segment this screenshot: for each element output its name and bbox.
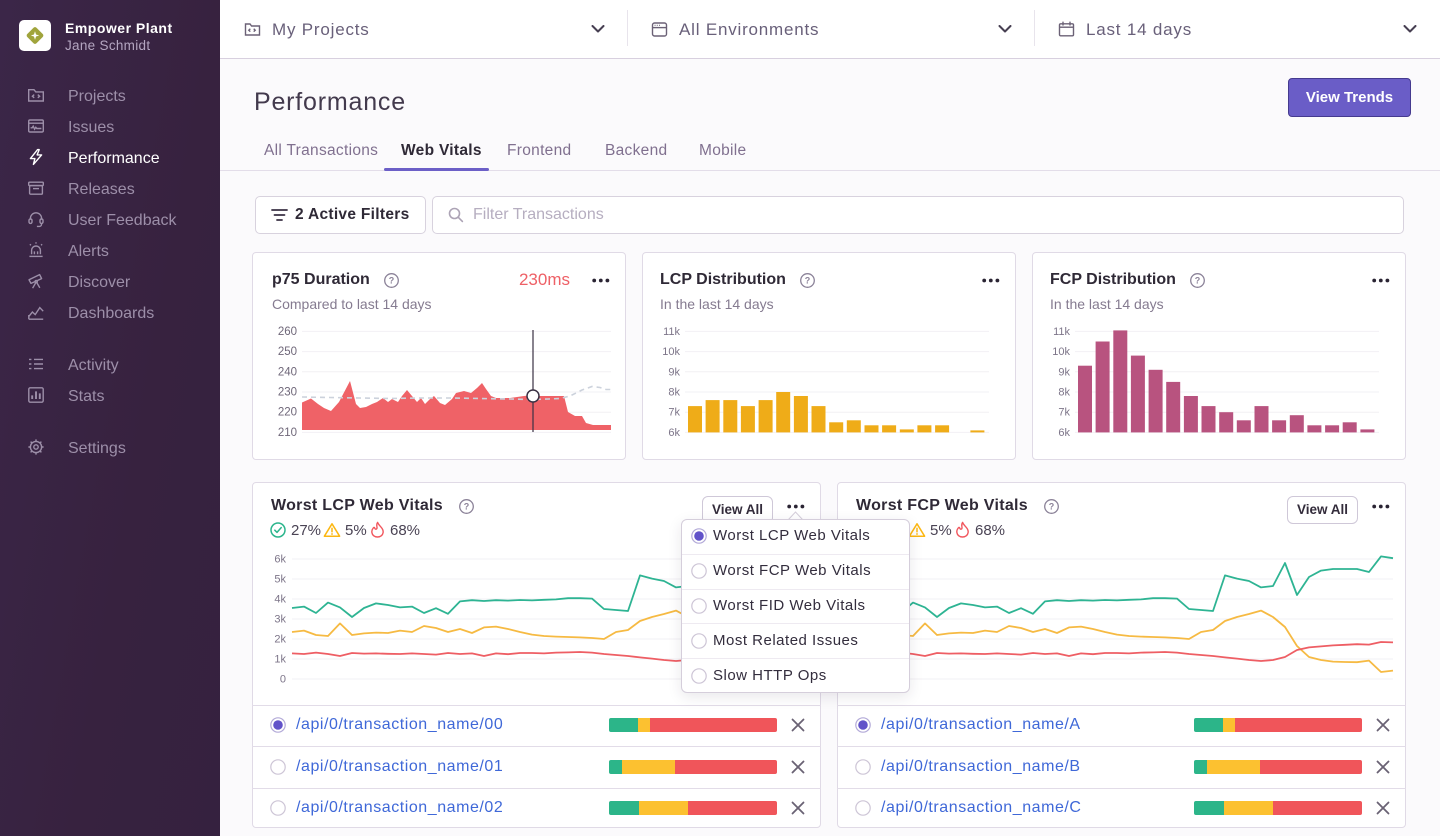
svg-text:4k: 4k	[274, 594, 286, 606]
svg-text:210: 210	[278, 427, 297, 439]
svg-text:9k: 9k	[1058, 366, 1070, 378]
svg-text:240: 240	[278, 366, 297, 378]
svg-text:1k: 1k	[274, 654, 286, 666]
svg-text:230: 230	[278, 387, 297, 399]
svg-text:7k: 7k	[668, 407, 680, 419]
svg-text:11k: 11k	[663, 326, 680, 338]
svg-text:250: 250	[278, 346, 297, 358]
svg-text:2k: 2k	[274, 634, 286, 646]
svg-text:6k: 6k	[274, 554, 286, 566]
svg-text:220: 220	[278, 407, 297, 419]
svg-text:7k: 7k	[1058, 407, 1070, 419]
svg-text:10k: 10k	[1052, 346, 1070, 358]
svg-text:6k: 6k	[1058, 427, 1070, 439]
svg-text:11k: 11k	[1053, 326, 1070, 338]
svg-text:3k: 3k	[274, 614, 286, 626]
svg-text:260: 260	[278, 326, 297, 338]
svg-text:8k: 8k	[1058, 387, 1070, 399]
svg-text:5k: 5k	[274, 574, 286, 586]
svg-text:6k: 6k	[668, 427, 680, 439]
svg-text:10k: 10k	[662, 346, 680, 358]
svg-text:8k: 8k	[668, 387, 680, 399]
svg-text:9k: 9k	[668, 366, 680, 378]
svg-text:0: 0	[280, 674, 286, 686]
